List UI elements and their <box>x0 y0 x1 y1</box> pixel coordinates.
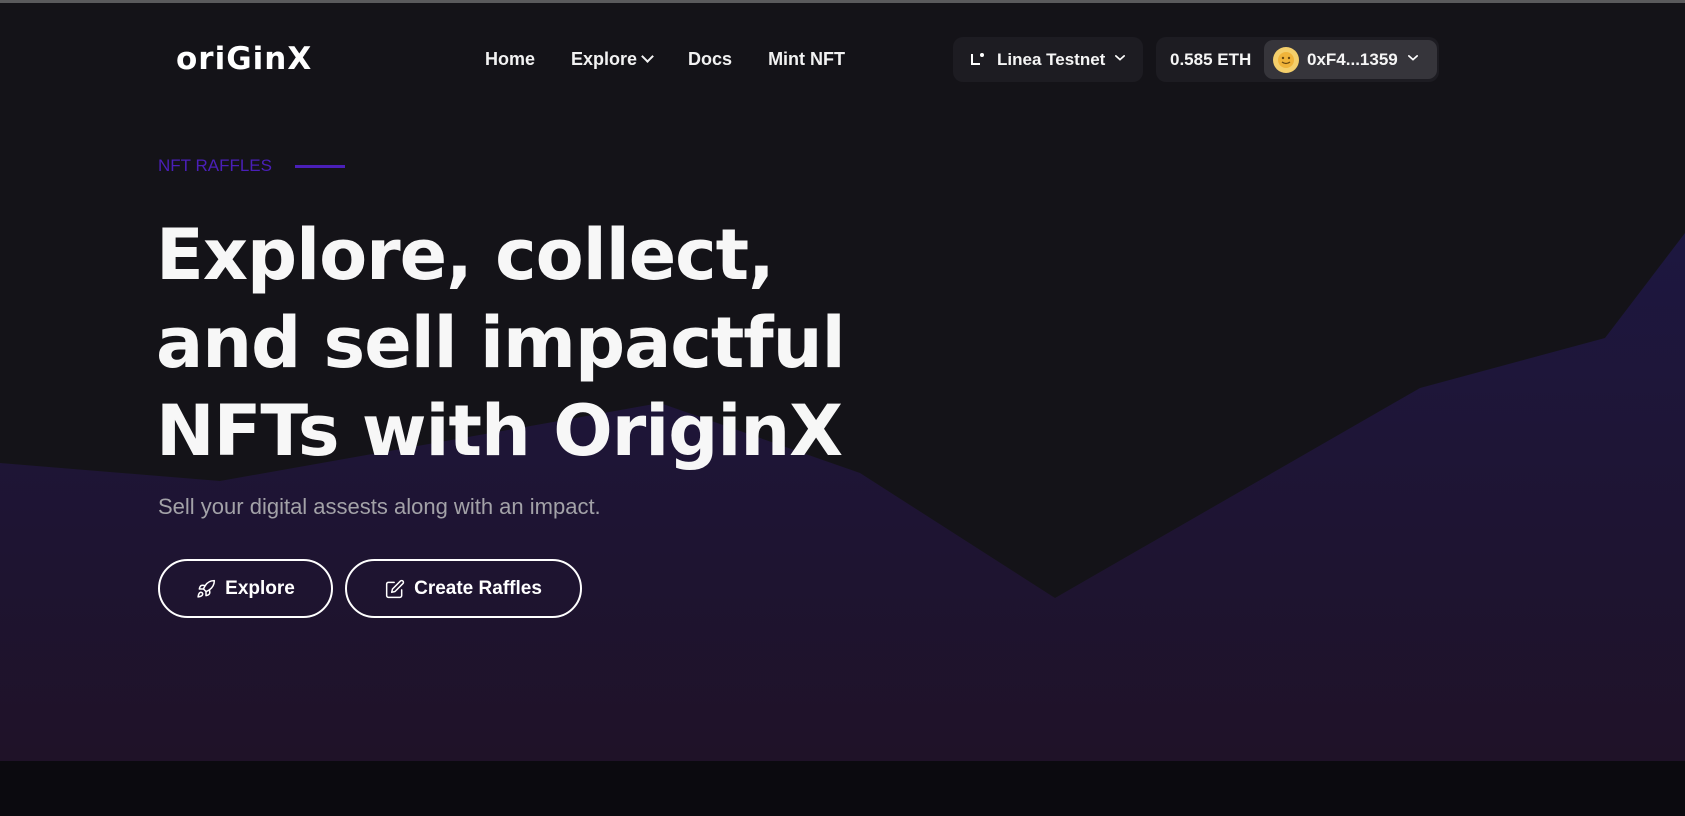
eyebrow-text: NFT RAFFLES <box>158 156 272 175</box>
hero-headline: Explore, collect, and sell impactful NFT… <box>156 214 846 472</box>
chevron-down-icon <box>1407 54 1418 61</box>
edit-icon <box>386 579 405 598</box>
avatar-emoji-icon <box>1273 46 1299 73</box>
create-raffles-button[interactable]: Create Raffles <box>345 559 582 618</box>
nav-docs-label: Docs <box>688 49 733 69</box>
wallet-widget: 0.585 ETH 0xF4...1359 <box>1156 37 1439 82</box>
nav-explore-label: Explore <box>571 49 638 69</box>
create-raffles-button-label: Create Raffles <box>414 577 542 599</box>
originx-logo[interactable]: oriGinX <box>176 41 312 77</box>
nav-explore-dropdown[interactable]: Explore <box>571 47 654 71</box>
chevron-down-icon <box>1115 54 1126 61</box>
explore-button-label: Explore <box>225 577 295 599</box>
nav-mint-nft-label: Mint NFT <box>768 49 846 69</box>
nav-home[interactable]: Home <box>485 47 535 71</box>
rocket-icon <box>197 579 216 598</box>
hero-subtitle: Sell your digital assests along with an … <box>158 494 601 519</box>
page: oriGinX Home Explore Docs Mint NFT Linea… <box>0 0 1685 816</box>
wallet-address: 0xF4...1359 <box>1307 49 1398 69</box>
hero-section: oriGinX Home Explore Docs Mint NFT Linea… <box>0 3 1685 761</box>
nav-docs[interactable]: Docs <box>688 47 732 71</box>
network-label: Linea Testnet <box>997 49 1106 69</box>
explore-button[interactable]: Explore <box>158 559 333 618</box>
wallet-balance: 0.585 ETH <box>1170 49 1252 69</box>
account-button[interactable]: 0xF4...1359 <box>1264 40 1437 79</box>
next-section-band <box>0 761 1685 816</box>
network-selector[interactable]: Linea Testnet <box>953 37 1143 82</box>
nav-mint-nft[interactable]: Mint NFT <box>768 47 845 71</box>
eyebrow-divider <box>294 164 345 168</box>
section-eyebrow: NFT RAFFLES <box>158 155 345 177</box>
chevron-down-icon <box>641 50 654 63</box>
main-nav: Home Explore Docs Mint NFT <box>485 47 881 71</box>
linea-icon <box>971 52 984 66</box>
nav-home-label: Home <box>485 49 536 69</box>
